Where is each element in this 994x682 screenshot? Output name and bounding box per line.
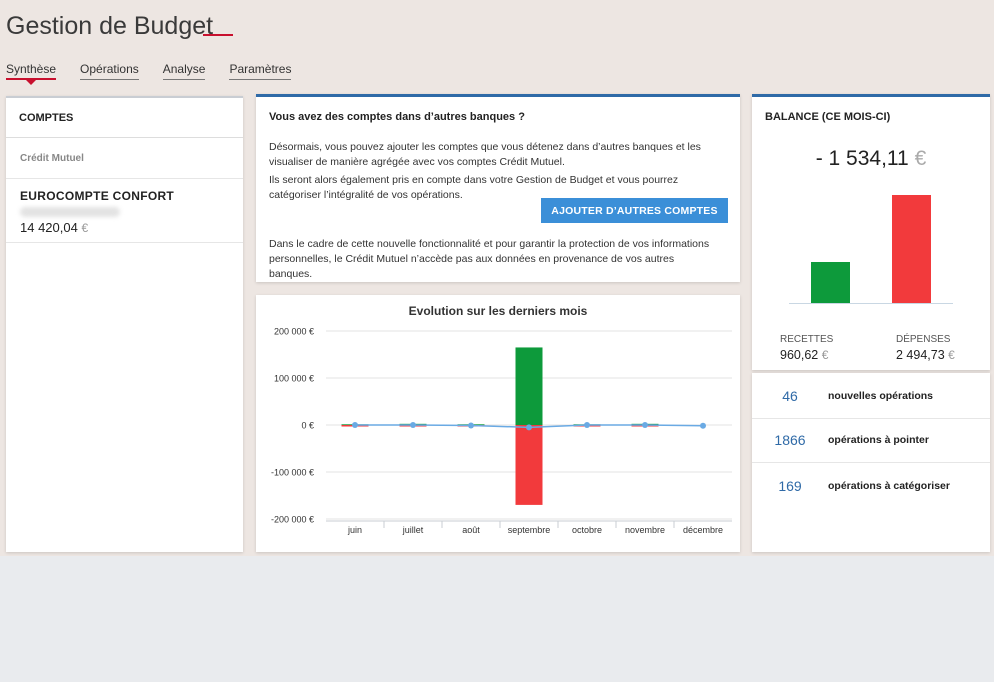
operations-to-check-row[interactable]: 1866 opérations à pointer xyxy=(752,417,990,463)
masked-account-number xyxy=(20,207,120,217)
tab-operations[interactable]: Opérations xyxy=(80,62,139,80)
y-tick-label: -200 000 € xyxy=(271,515,314,525)
depenses-bar xyxy=(892,195,931,304)
evolution-chart-card: Evolution sur les derniers mois 200 000 … xyxy=(256,295,740,552)
page-title: Gestion de Budget xyxy=(6,12,214,40)
tab-analyse[interactable]: Analyse xyxy=(162,62,206,80)
other-banks-title: Vous avez des comptes dans d’autres banq… xyxy=(269,111,525,123)
other-banks-paragraph-3: Dans le cadre de cette nouvelle fonction… xyxy=(269,238,710,280)
accounts-heading: COMPTES xyxy=(6,98,243,138)
income-bar xyxy=(515,347,543,425)
account-balance-value: 14 420,04 xyxy=(20,220,78,235)
balance-value: - 1 534,11 xyxy=(815,147,909,170)
y-tick-label: -100 000 € xyxy=(271,468,314,478)
balance-card: BALANCE (CE MOIS-CI) - 1 534,11 € RECETT… xyxy=(752,94,990,370)
x-tick-label: août xyxy=(462,525,480,535)
x-tick-label: juillet xyxy=(402,525,424,535)
account-item[interactable]: EUROCOMPTE CONFORT 14 420,04 € xyxy=(6,179,243,243)
balance-point xyxy=(410,422,416,428)
operations-to-categorize-count: 169 xyxy=(778,478,802,494)
account-name: EUROCOMPTE CONFORT xyxy=(20,189,175,203)
x-tick-label: novembre xyxy=(625,525,665,535)
y-tick-label: 200 000 € xyxy=(274,327,314,337)
other-banks-paragraph-1: Désormais, vous pouvez ajouter les compt… xyxy=(269,141,701,168)
balance-point xyxy=(584,422,590,428)
expense-bar xyxy=(515,425,543,505)
account-balance: 14 420,04 € xyxy=(20,220,229,235)
operations-to-categorize-label: opérations à catégoriser xyxy=(828,480,950,492)
euro-symbol: € xyxy=(914,147,927,170)
recettes-bar xyxy=(811,262,850,304)
bar-baseline xyxy=(789,303,953,304)
depenses-label: DÉPENSES xyxy=(896,334,951,345)
balance-amount: - 1 534,11 € xyxy=(752,147,990,171)
depenses-amount: 2 494,73 xyxy=(896,348,945,362)
evolution-chart: 200 000 € 100 000 € 0 € -100 000 € -200 000 … xyxy=(271,327,732,535)
y-tick-label: 100 000 € xyxy=(274,374,314,384)
title-accent xyxy=(203,34,233,36)
euro-symbol: € xyxy=(821,348,829,362)
balance-point xyxy=(468,422,474,429)
balance-point xyxy=(526,424,532,431)
x-tick-label: octobre xyxy=(572,525,602,535)
balance-point xyxy=(642,422,648,428)
depenses-value: 2 494,73 € xyxy=(896,348,955,362)
operations-to-check-count: 1866 xyxy=(774,431,806,448)
recettes-amount: 960,62 xyxy=(780,348,819,362)
new-operations-row[interactable]: 46 nouvelles opérations xyxy=(752,373,990,419)
operations-to-check-label: opérations à pointer xyxy=(828,433,929,446)
bank-name: Crédit Mutuel xyxy=(6,138,243,179)
x-tick-label: septembre xyxy=(508,525,551,535)
tab-bar: Synthèse Opérations Analyse Paramètres xyxy=(6,62,315,80)
new-operations-count: 46 xyxy=(782,387,798,404)
x-tick-label: décembre xyxy=(683,525,723,535)
accounts-card: COMPTES Crédit Mutuel EUROCOMPTE CONFORT… xyxy=(6,96,243,552)
other-banks-card: Vous avez des comptes dans d’autres banq… xyxy=(256,94,740,282)
balance-point xyxy=(700,422,706,429)
euro-symbol: € xyxy=(81,221,89,235)
y-tick-label: 0 € xyxy=(301,421,314,431)
add-accounts-button[interactable]: AJOUTER D’AUTRES COMPTES xyxy=(541,198,728,223)
x-tick-label: juin xyxy=(347,525,362,535)
balance-point xyxy=(352,422,358,428)
recettes-value: 960,62 € xyxy=(780,348,828,362)
new-operations-label: nouvelles opérations xyxy=(828,389,934,402)
tab-synthese[interactable]: Synthèse xyxy=(6,62,57,80)
operations-card: 46 nouvelles opérations 1866 opérations … xyxy=(752,373,990,552)
operations-to-categorize-row[interactable]: 169 opérations à catégoriser xyxy=(752,463,990,509)
balance-heading: BALANCE (CE MOIS-CI) xyxy=(765,111,891,123)
euro-symbol: € xyxy=(948,348,955,362)
recettes-label: RECETTES xyxy=(780,334,834,345)
tab-parametres[interactable]: Paramètres xyxy=(229,62,292,80)
